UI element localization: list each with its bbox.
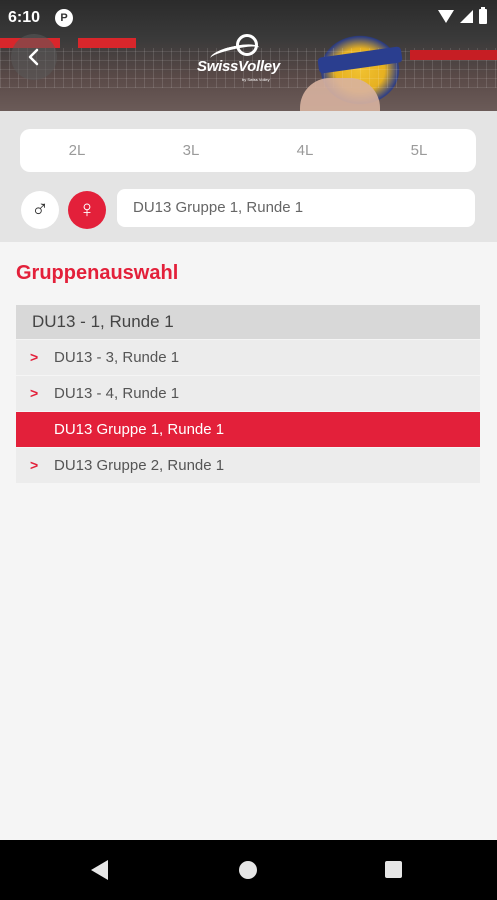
logo-text: SwissVolley [197,58,280,75]
swissvolley-logo: SwissVolley by Swiss Volley [192,32,302,87]
logo-subtext: by Swiss Volley [242,77,270,82]
nav-back-icon[interactable] [91,860,108,880]
banner-ad [410,50,497,60]
female-icon: ♀ [78,196,96,223]
group-list-item[interactable]: > DU13 - 4, Runde 1 [16,376,480,411]
battery-icon [479,7,487,24]
nav-recents-icon[interactable] [385,861,402,878]
chevron-right-icon: > [30,457,39,473]
female-filter-button[interactable]: ♀ [68,191,106,229]
signal-icon [460,10,473,23]
status-bar: 6:10 P [0,0,497,36]
group-list: > DU13 - 3, Runde 1 > DU13 - 4, Runde 1 … [16,340,480,484]
status-time: 6:10 [8,9,41,26]
main-content: Gruppenauswahl DU13 - 1, Runde 1 > DU13 … [0,242,497,840]
play-services-icon: P [55,9,73,27]
system-navigation-bar [0,840,497,900]
group-selector-field[interactable]: DU13 Gruppe 1, Runde 1 [117,189,475,227]
group-list-item[interactable]: > DU13 - 3, Runde 1 [16,340,480,375]
male-icon: ♂ [31,196,49,223]
tab-2l[interactable]: 2L [20,129,134,172]
tab-5l[interactable]: 5L [362,129,476,172]
current-group-header: DU13 - 1, Runde 1 [16,305,480,339]
logo-ball-icon [236,34,258,56]
back-button[interactable] [11,34,57,80]
nav-home-icon[interactable] [239,861,257,879]
group-item-label: DU13 - 4, Runde 1 [54,385,180,402]
chevron-right-icon: > [30,385,39,401]
group-item-label: DU13 - 3, Runde 1 [54,349,180,366]
male-filter-button[interactable]: ♂ [21,191,59,229]
group-list-item-selected[interactable]: DU13 Gruppe 1, Runde 1 [16,412,480,447]
tab-3l[interactable]: 3L [134,129,248,172]
league-tabs: 2L 3L 4L 5L [20,129,476,172]
filter-panel: 2L 3L 4L 5L ♂ ♀ DU13 Gruppe 1, Runde 1 [0,111,497,242]
group-item-label: DU13 Gruppe 2, Runde 1 [54,457,225,474]
chevron-right-icon: > [30,349,39,365]
section-title: Gruppenauswahl [16,262,179,284]
tab-4l[interactable]: 4L [248,129,362,172]
group-list-item[interactable]: > DU13 Gruppe 2, Runde 1 [16,448,480,483]
back-arrow-icon [28,48,39,66]
wifi-icon [438,10,454,23]
group-item-label: DU13 Gruppe 1, Runde 1 [54,421,225,438]
banner-ad [78,38,136,48]
